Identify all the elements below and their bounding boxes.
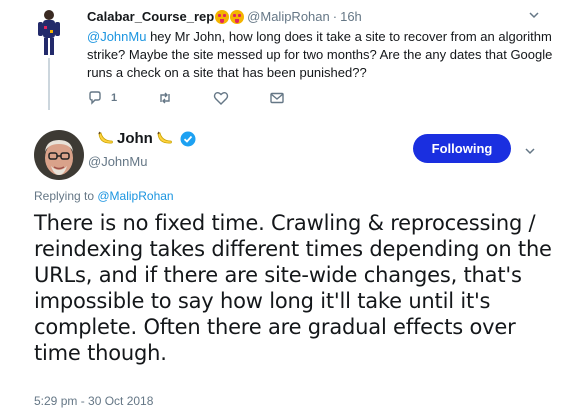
reply-icon xyxy=(89,91,101,105)
replying-prefix: Replying to xyxy=(34,189,98,203)
banana-icon xyxy=(157,131,172,144)
direct-message-button[interactable] xyxy=(269,90,285,106)
author-name[interactable]: John xyxy=(117,130,153,147)
chevron-down-icon[interactable] xyxy=(529,10,539,20)
tweet-time[interactable]: 16h xyxy=(340,9,362,24)
author-handle[interactable]: @JohnMu xyxy=(88,154,147,169)
face-with-tongue-icon xyxy=(230,9,245,24)
mention-link[interactable]: @MalipRohan xyxy=(97,189,173,203)
avatar[interactable] xyxy=(34,130,84,180)
reply-header: Calabar_Course_rep @MalipRohan · 16h xyxy=(87,9,362,24)
author-name-row[interactable]: John xyxy=(94,130,196,147)
face-with-tongue-icon xyxy=(215,9,230,24)
author-name[interactable]: Calabar_Course_rep xyxy=(87,9,214,24)
verified-icon xyxy=(180,131,196,146)
tweet-timestamp[interactable]: 5:29 pm - 30 Oct 2018 xyxy=(34,394,153,408)
replying-to: Replying to @MalipRohan xyxy=(34,189,174,203)
retweet-button[interactable] xyxy=(157,90,173,106)
author-handle[interactable]: @MalipRohan xyxy=(247,9,330,24)
tweet-text: There is no fixed time. Crawling & repro… xyxy=(34,211,552,365)
reply-count: 1 xyxy=(111,92,118,104)
tweet-actions: 1 xyxy=(87,90,325,106)
main-tweet[interactable]: John @JohnMu Following Replying to @Mali… xyxy=(0,112,571,409)
following-button[interactable]: Following xyxy=(413,134,511,163)
mention-link[interactable]: @JohnMu xyxy=(87,29,146,44)
reply-body: hey Mr John, how long does it take a sit… xyxy=(87,29,553,80)
separator-dot: · xyxy=(332,9,338,24)
retweet-icon xyxy=(160,92,170,104)
like-button[interactable] xyxy=(213,90,229,106)
reply-button[interactable]: 1 xyxy=(87,90,117,106)
reply-tweet[interactable]: Calabar_Course_rep @MalipRohan · 16h @Jo… xyxy=(0,0,571,112)
chevron-down-icon[interactable] xyxy=(525,146,535,156)
reply-text: @JohnMu hey Mr John, how long does it ta… xyxy=(87,28,557,82)
message-icon xyxy=(270,92,284,104)
banana-icon xyxy=(98,131,113,144)
like-icon xyxy=(213,92,229,105)
avatar[interactable] xyxy=(34,8,64,58)
